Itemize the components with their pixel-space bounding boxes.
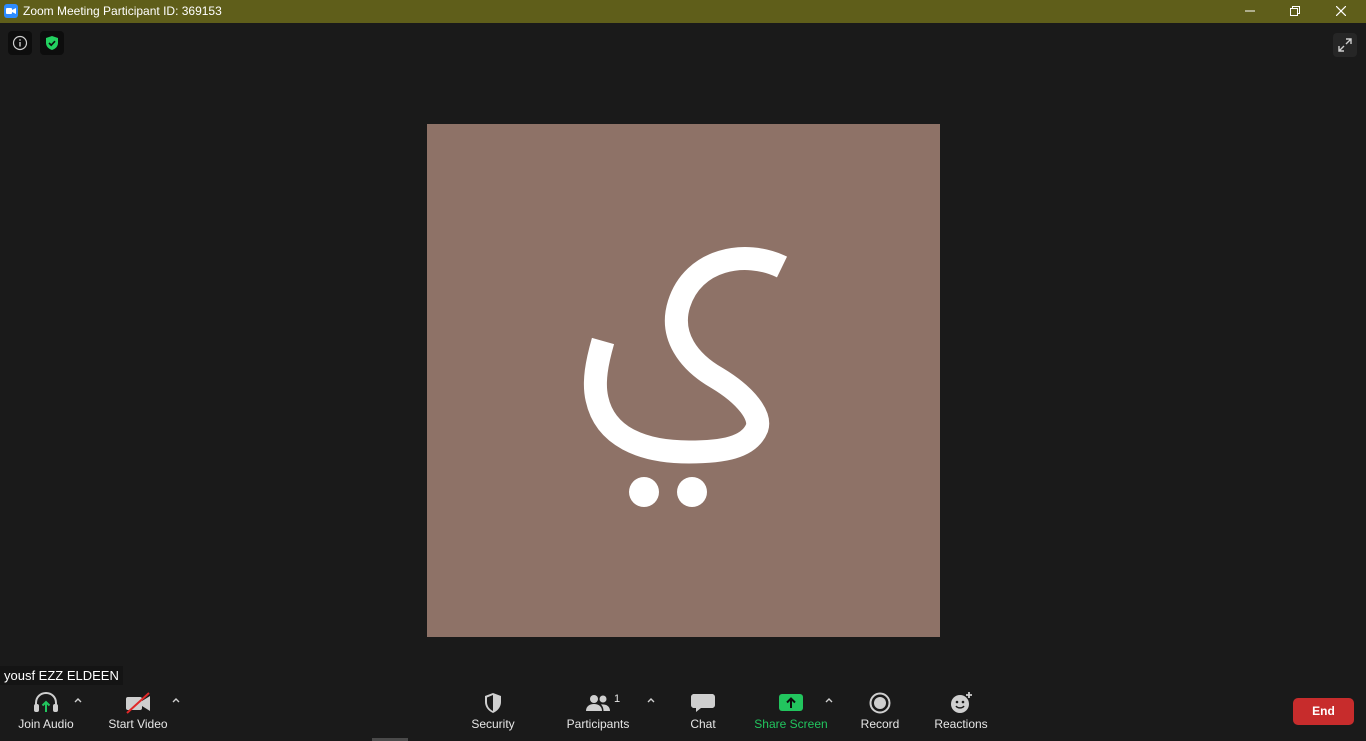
participants-options-caret-icon[interactable] [646, 696, 656, 704]
record-label: Record [860, 717, 900, 731]
headphones-arrow-icon [34, 691, 58, 712]
people-icon [586, 695, 610, 711]
participants-label: Participants [566, 717, 630, 731]
window-title: Zoom Meeting Participant ID: 369153 [23, 4, 222, 18]
join-audio-label: Join Audio [18, 717, 74, 731]
info-icon [12, 35, 28, 51]
shield-check-icon [46, 36, 58, 50]
smiley-plus-icon [951, 692, 972, 713]
join-audio-button[interactable]: Join Audio [10, 685, 82, 737]
minimize-button[interactable] [1227, 0, 1273, 23]
share-arrow-icon [779, 694, 803, 711]
title-bar: Zoom Meeting Participant ID: 369153 [0, 0, 1366, 23]
security-label: Security [471, 717, 515, 731]
video-options-caret-icon[interactable] [171, 696, 181, 704]
meeting-info-button[interactable] [8, 31, 32, 55]
reactions-button[interactable]: Reactions [930, 685, 992, 737]
zoom-camera-icon [4, 4, 18, 18]
share-screen-label: Share Screen [754, 717, 828, 731]
chat-bubble-icon [691, 694, 715, 712]
chat-label: Chat [690, 717, 716, 731]
shield-icon [485, 693, 501, 713]
start-video-label: Start Video [108, 717, 168, 731]
share-screen-button[interactable]: Share Screen [752, 685, 830, 737]
end-meeting-button[interactable]: End [1293, 698, 1354, 725]
security-button[interactable]: Security [462, 685, 524, 737]
encryption-button[interactable] [40, 31, 64, 55]
share-options-caret-icon[interactable] [824, 696, 834, 704]
start-video-button[interactable]: Start Video [104, 685, 172, 737]
chat-button[interactable]: Chat [680, 685, 726, 737]
participant-name-tag: yousf EZZ ELDEEN [0, 666, 123, 685]
record-icon [869, 692, 891, 714]
meeting-toolbar: Join Audio Start Video Security Particip… [0, 685, 1366, 741]
fullscreen-button[interactable] [1333, 33, 1357, 57]
reactions-label: Reactions [934, 717, 988, 731]
avatar: ي [427, 124, 940, 637]
participant-video-tile: ي [427, 124, 940, 637]
audio-options-caret-icon[interactable] [73, 696, 83, 704]
participants-count: 1 [614, 693, 621, 705]
camera-off-icon [126, 692, 150, 714]
record-button[interactable]: Record [852, 685, 908, 737]
expand-icon [1338, 38, 1352, 52]
restore-button[interactable] [1272, 0, 1318, 23]
close-button[interactable] [1318, 0, 1364, 23]
participants-button[interactable]: Participants [562, 685, 634, 737]
